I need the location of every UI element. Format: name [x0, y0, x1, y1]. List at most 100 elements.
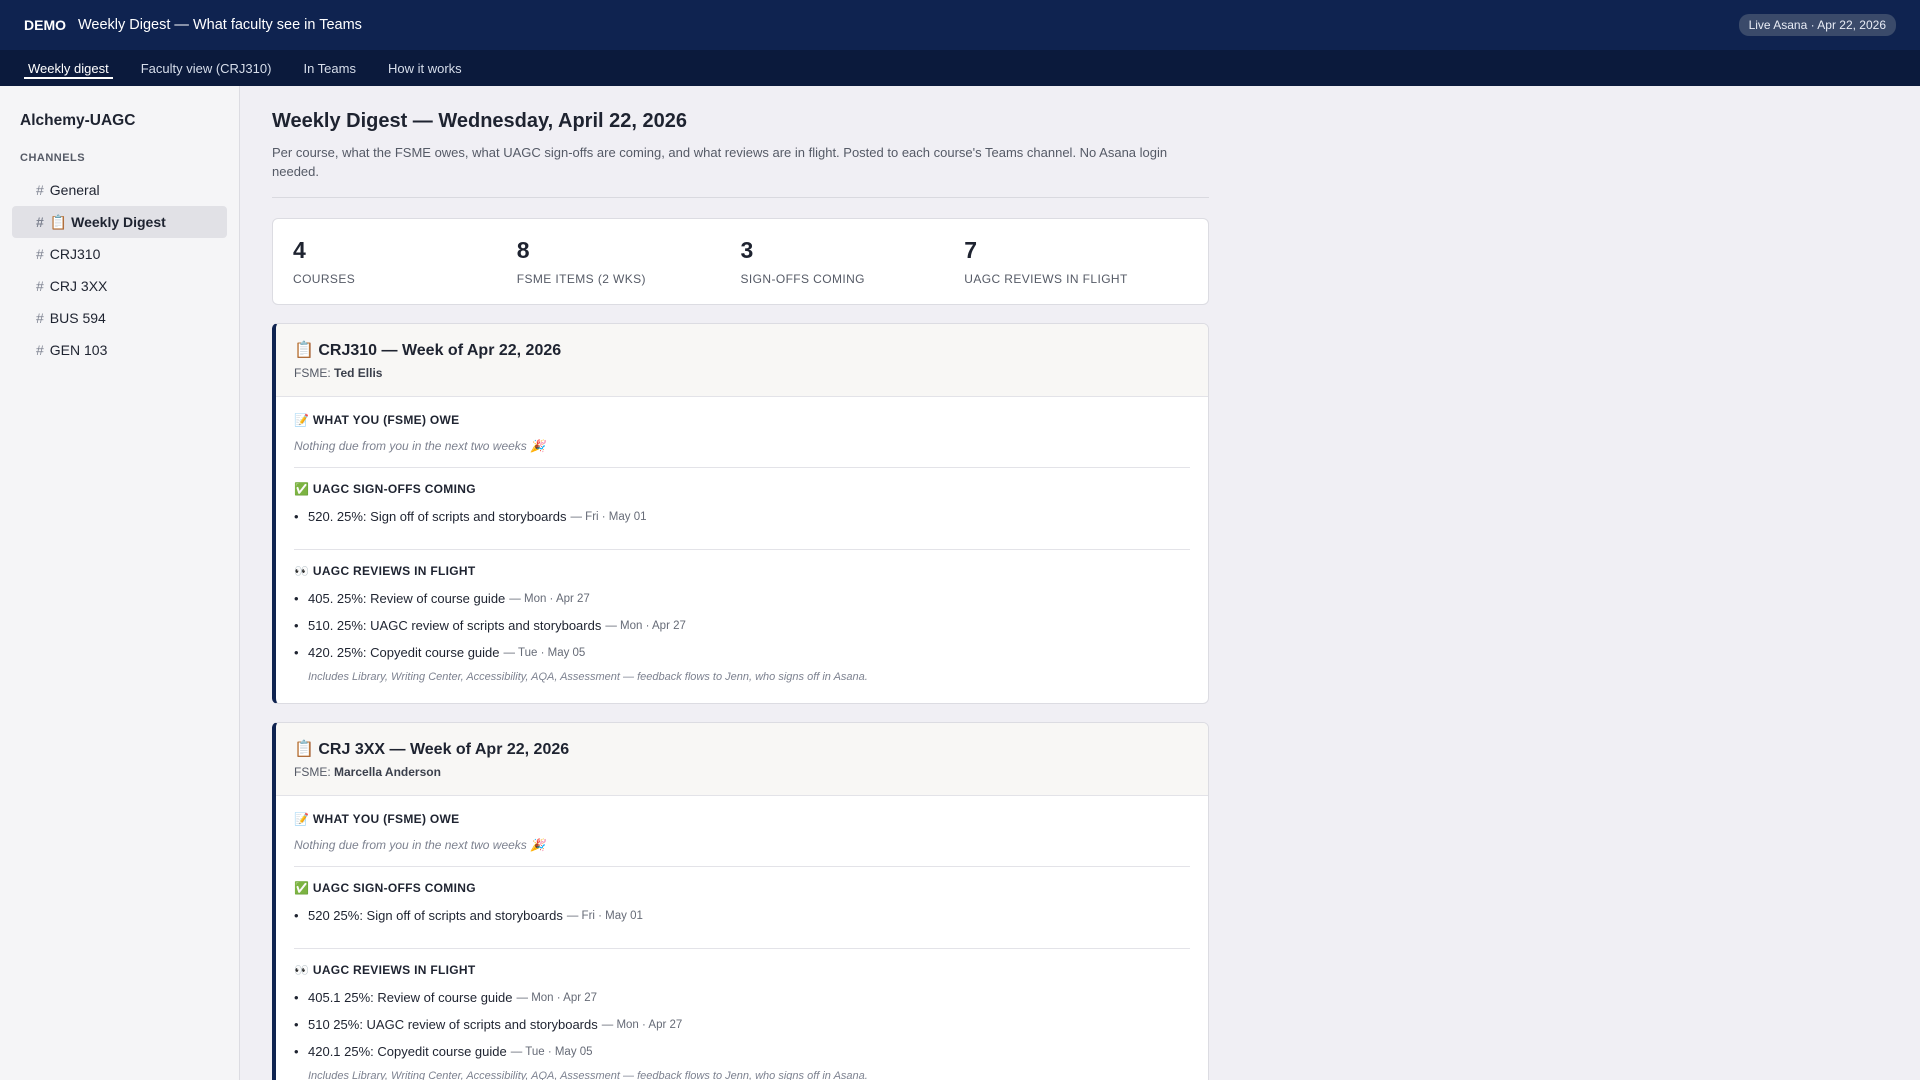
card-fsme: FSME: Ted Ellis: [294, 366, 1190, 380]
stat-reviews: 7 UAGC REVIEWS IN FLIGHT: [964, 237, 1188, 286]
stat-value: 7: [964, 237, 978, 263]
section-sign-offs: ✅ UAGC SIGN-OFFS COMING • 520 25%: Sign …: [294, 881, 1190, 949]
item-text: 520. 25%: Sign off of scripts and storyb…: [308, 509, 567, 524]
hash-icon: #: [36, 182, 44, 198]
list-item: • 520. 25%: Sign off of scripts and stor…: [294, 508, 1190, 526]
stat-label: SIGN-OFFS COMING: [740, 272, 865, 286]
stat-label: COURSES: [293, 272, 356, 286]
bullet-icon: •: [294, 645, 299, 660]
course-card-crj-3xx: 📋 CRJ 3XX — Week of Apr 22, 2026 FSME: M…: [272, 722, 1209, 1080]
page-title: Weekly Digest — Wednesday, April 22, 202…: [272, 110, 687, 132]
channel-label: General: [49, 182, 100, 198]
channel-label: CRJ 3XX: [49, 278, 108, 294]
card-header: 📋 CRJ310 — Week of Apr 22, 2026 FSME: Te…: [276, 324, 1208, 397]
item-date: — Mon · Apr 27: [516, 992, 598, 1004]
sidebar-item-gen-103[interactable]: # GEN 103: [12, 334, 227, 366]
section-heading: ✅ UAGC SIGN-OFFS COMING: [294, 881, 476, 895]
stat-sign-offs: 3 SIGN-OFFS COMING: [741, 237, 965, 286]
hash-icon: #: [36, 278, 44, 294]
item-text: 405.1 25%: Review of course guide: [308, 990, 513, 1005]
nothing-due-note: Nothing due from you in the next two wee…: [294, 838, 546, 852]
demo-tag: DEMO: [24, 17, 66, 33]
bullet-icon: •: [294, 1044, 299, 1059]
sidebar-item-crj310[interactable]: # CRJ310: [12, 238, 227, 270]
fsme-prefix: FSME:: [294, 366, 331, 380]
stats-panel: 4 COURSES 8 FSME ITEMS (2 WKS) 3 SIGN-OF…: [272, 218, 1209, 305]
fsme-prefix: FSME:: [294, 765, 331, 779]
channel-label: GEN 103: [49, 342, 108, 358]
course-card-crj310: 📋 CRJ310 — Week of Apr 22, 2026 FSME: Te…: [272, 323, 1209, 704]
channel-label: CRJ310: [49, 246, 101, 262]
item-text: 405. 25%: Review of course guide: [308, 591, 506, 606]
stat-courses: 4 COURSES: [293, 237, 517, 286]
card-title: 📋 CRJ310 — Week of Apr 22, 2026: [294, 342, 562, 359]
card-body: 📝 WHAT YOU (FSME) OWE Nothing due from y…: [276, 397, 1208, 703]
list-item: • 510. 25%: UAGC review of scripts and s…: [294, 617, 1190, 635]
section-heading: 📝 WHAT YOU (FSME) OWE: [294, 812, 460, 826]
bullet-icon: •: [294, 908, 299, 923]
card-title: 📋 CRJ 3XX — Week of Apr 22, 2026: [294, 741, 570, 758]
section-heading: ✅ UAGC SIGN-OFFS COMING: [294, 482, 476, 496]
list-item: • 405.1 25%: Review of course guide — Mo…: [294, 989, 1190, 1007]
tab-weekly-digest[interactable]: Weekly digest: [24, 58, 113, 79]
item-text: 520 25%: Sign off of scripts and storybo…: [308, 908, 563, 923]
item-date: — Mon · Apr 27: [601, 1019, 683, 1031]
top-bar: DEMO Weekly Digest — What faculty see in…: [0, 0, 1920, 50]
fsme-name: Marcella Anderson: [334, 765, 441, 779]
section-sign-offs: ✅ UAGC SIGN-OFFS COMING • 520. 25%: Sign…: [294, 482, 1190, 550]
card-fsme: FSME: Marcella Anderson: [294, 765, 1190, 779]
stat-value: 8: [516, 237, 530, 263]
bullet-icon: •: [294, 990, 299, 1005]
bullet-icon: •: [294, 509, 299, 524]
sidebar: Alchemy-UAGC CHANNELS # General # 📋 Week…: [0, 86, 240, 1080]
hash-icon: #: [36, 342, 44, 358]
section-reviews: 👀 UAGC REVIEWS IN FLIGHT • 405.1 25%: Re…: [294, 963, 1190, 1080]
divider: [272, 197, 1209, 198]
channel-label: BUS 594: [49, 310, 106, 326]
item-date: — Fri · May 01: [566, 910, 643, 922]
item-text: 420. 25%: Copyedit course guide: [308, 645, 500, 660]
tab-how-it-works[interactable]: How it works: [384, 58, 466, 79]
item-text: 420.1 25%: Copyedit course guide: [308, 1044, 507, 1059]
tab-faculty-view[interactable]: Faculty view (CRJ310): [137, 58, 276, 79]
list-item: • 520 25%: Sign off of scripts and story…: [294, 907, 1190, 925]
tab-in-teams[interactable]: In Teams: [299, 58, 360, 79]
sidebar-item-crj-3xx[interactable]: # CRJ 3XX: [12, 270, 227, 302]
item-date: — Mon · Apr 27: [509, 593, 590, 605]
list-item: • 405. 25%: Review of course guide — Mon…: [294, 590, 1190, 608]
section-heading: 👀 UAGC REVIEWS IN FLIGHT: [294, 564, 476, 578]
reviews-footnote: Includes Library, Writing Center, Access…: [308, 1070, 868, 1080]
channel-label: 📋 Weekly Digest: [49, 213, 166, 230]
section-heading: 👀 UAGC REVIEWS IN FLIGHT: [294, 963, 476, 977]
section-fsme-owe: 📝 WHAT YOU (FSME) OWE Nothing due from y…: [294, 812, 1190, 867]
page-description: Per course, what the FSME owes, what UAG…: [272, 145, 1168, 179]
stat-label: FSME ITEMS (2 WKS): [516, 272, 646, 286]
list-item: • 510 25%: UAGC review of scripts and st…: [294, 1016, 1190, 1034]
channels-label: CHANNELS: [20, 152, 86, 164]
sidebar-item-general[interactable]: # General: [12, 174, 227, 206]
bullet-icon: •: [294, 591, 299, 606]
hash-icon: #: [36, 214, 44, 230]
card-header: 📋 CRJ 3XX — Week of Apr 22, 2026 FSME: M…: [276, 723, 1208, 796]
nothing-due-note: Nothing due from you in the next two wee…: [294, 439, 546, 453]
bullet-icon: •: [294, 1017, 299, 1032]
app-title: Weekly Digest — What faculty see in Team…: [78, 17, 362, 33]
reviews-footnote: Includes Library, Writing Center, Access…: [308, 671, 868, 683]
stat-value: 3: [740, 237, 754, 263]
item-date: — Tue · May 05: [503, 647, 586, 659]
sidebar-item-bus-594[interactable]: # BUS 594: [12, 302, 227, 334]
stat-fsme-items: 8 FSME ITEMS (2 WKS): [517, 237, 741, 286]
section-reviews: 👀 UAGC REVIEWS IN FLIGHT • 405. 25%: Rev…: [294, 564, 1190, 683]
item-date: — Tue · May 05: [510, 1046, 593, 1058]
stat-label: UAGC REVIEWS IN FLIGHT: [964, 272, 1128, 286]
item-text: 510 25%: UAGC review of scripts and stor…: [308, 1017, 598, 1032]
live-asana-badge: Live Asana · Apr 22, 2026: [1738, 14, 1896, 36]
stat-value: 4: [293, 237, 306, 263]
sidebar-item-weekly-digest[interactable]: # 📋 Weekly Digest: [12, 206, 227, 238]
org-name: Alchemy-UAGC: [20, 112, 136, 129]
card-body: 📝 WHAT YOU (FSME) OWE Nothing due from y…: [276, 796, 1208, 1080]
section-fsme-owe: 📝 WHAT YOU (FSME) OWE Nothing due from y…: [294, 413, 1190, 468]
sub-navigation: Weekly digest Faculty view (CRJ310) In T…: [0, 50, 1920, 86]
bullet-icon: •: [294, 618, 299, 633]
item-text: 510. 25%: UAGC review of scripts and sto…: [308, 618, 602, 633]
